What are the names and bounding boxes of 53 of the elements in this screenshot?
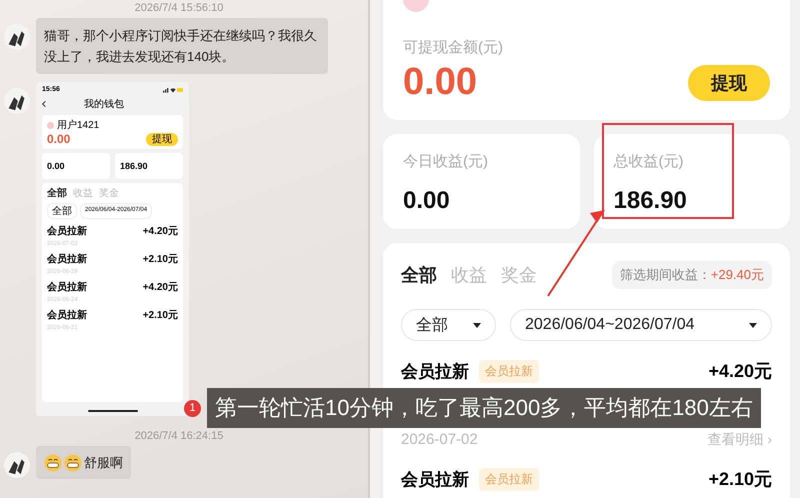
message-bubble: 猫哥，那个小程序订阅快手还在继续吗？我很久没上了，我进去发现还有140块。 (36, 18, 328, 74)
period-label: 筛选期间收益： (620, 267, 711, 282)
stat-label: 总收益(元) (614, 152, 684, 171)
record-tag: 会员拉新 (479, 360, 539, 382)
record-name: 会员拉新 (401, 468, 469, 490)
tab[interactable]: 全部 (47, 186, 67, 200)
record-amount: +4.20元 (142, 281, 178, 294)
caption-overlay: 第一轮忙活10分钟，吃了最高200多，平均都在180左右 (207, 388, 761, 428)
avatar-icon (4, 88, 30, 114)
timestamp: 2026/7/4 15:56:10 (134, 2, 224, 14)
record-amount: +2.10元 (142, 309, 178, 322)
grin-emoji-icon (44, 454, 62, 472)
tab[interactable]: 全部 (401, 263, 437, 287)
stat-value: 186.90 (614, 187, 688, 215)
filter-dropdown[interactable]: 全部 (401, 309, 496, 341)
record-date: 2026-07-02 (401, 431, 478, 449)
record-name: 会员拉新 (47, 224, 87, 238)
stat-label: 今日收益(元) (403, 152, 489, 171)
withdraw-button[interactable]: 提现 (146, 132, 178, 146)
grin-emoji-icon (64, 454, 82, 472)
home-indicator (88, 410, 138, 412)
caret-icon (473, 322, 481, 328)
page-title: 我的钱包 (84, 98, 124, 111)
date-range-dropdown[interactable]: 2026/06/04~2026/07/04 (510, 309, 772, 341)
stat-value: 186.90 (120, 161, 148, 171)
balance-amount: 0.00 (47, 132, 70, 146)
stat-value: 0.00 (47, 161, 65, 171)
balance-label: 可提现金额(元) (403, 38, 504, 57)
withdraw-button[interactable]: 提现 (688, 64, 770, 100)
record-amount: +4.20元 (142, 225, 178, 238)
user-name: 用户1421 (57, 118, 100, 132)
record-name: 会员拉新 (47, 308, 87, 322)
timestamp: 2026/7/4 16:24:15 (134, 430, 224, 442)
record-amount: +2.10元 (708, 468, 772, 491)
caret-icon (749, 322, 757, 328)
balance-amount: 0.00 (403, 61, 477, 104)
signal-battery-icon (163, 86, 183, 92)
filter-dropdown[interactable]: 全部 (47, 203, 77, 219)
record-amount: +4.20元 (708, 360, 772, 383)
record-amount: +2.10元 (142, 253, 178, 266)
message-text: 舒服啊 (84, 454, 123, 472)
record-tag: 会员拉新 (479, 468, 539, 490)
stat-value: 0.00 (403, 187, 451, 215)
avatar-icon (4, 452, 30, 478)
record-name: 会员拉新 (401, 360, 469, 382)
back-icon[interactable] (42, 101, 46, 107)
dropdown-value: 2026/06/04~2026/07/04 (525, 316, 694, 334)
avatar-icon (4, 24, 30, 50)
dropdown-value: 全部 (416, 316, 448, 336)
record-name: 会员拉新 (47, 280, 87, 294)
avatar-icon (47, 122, 54, 128)
record-name: 会员拉新 (47, 252, 87, 266)
period-value: +29.40元 (710, 267, 764, 282)
